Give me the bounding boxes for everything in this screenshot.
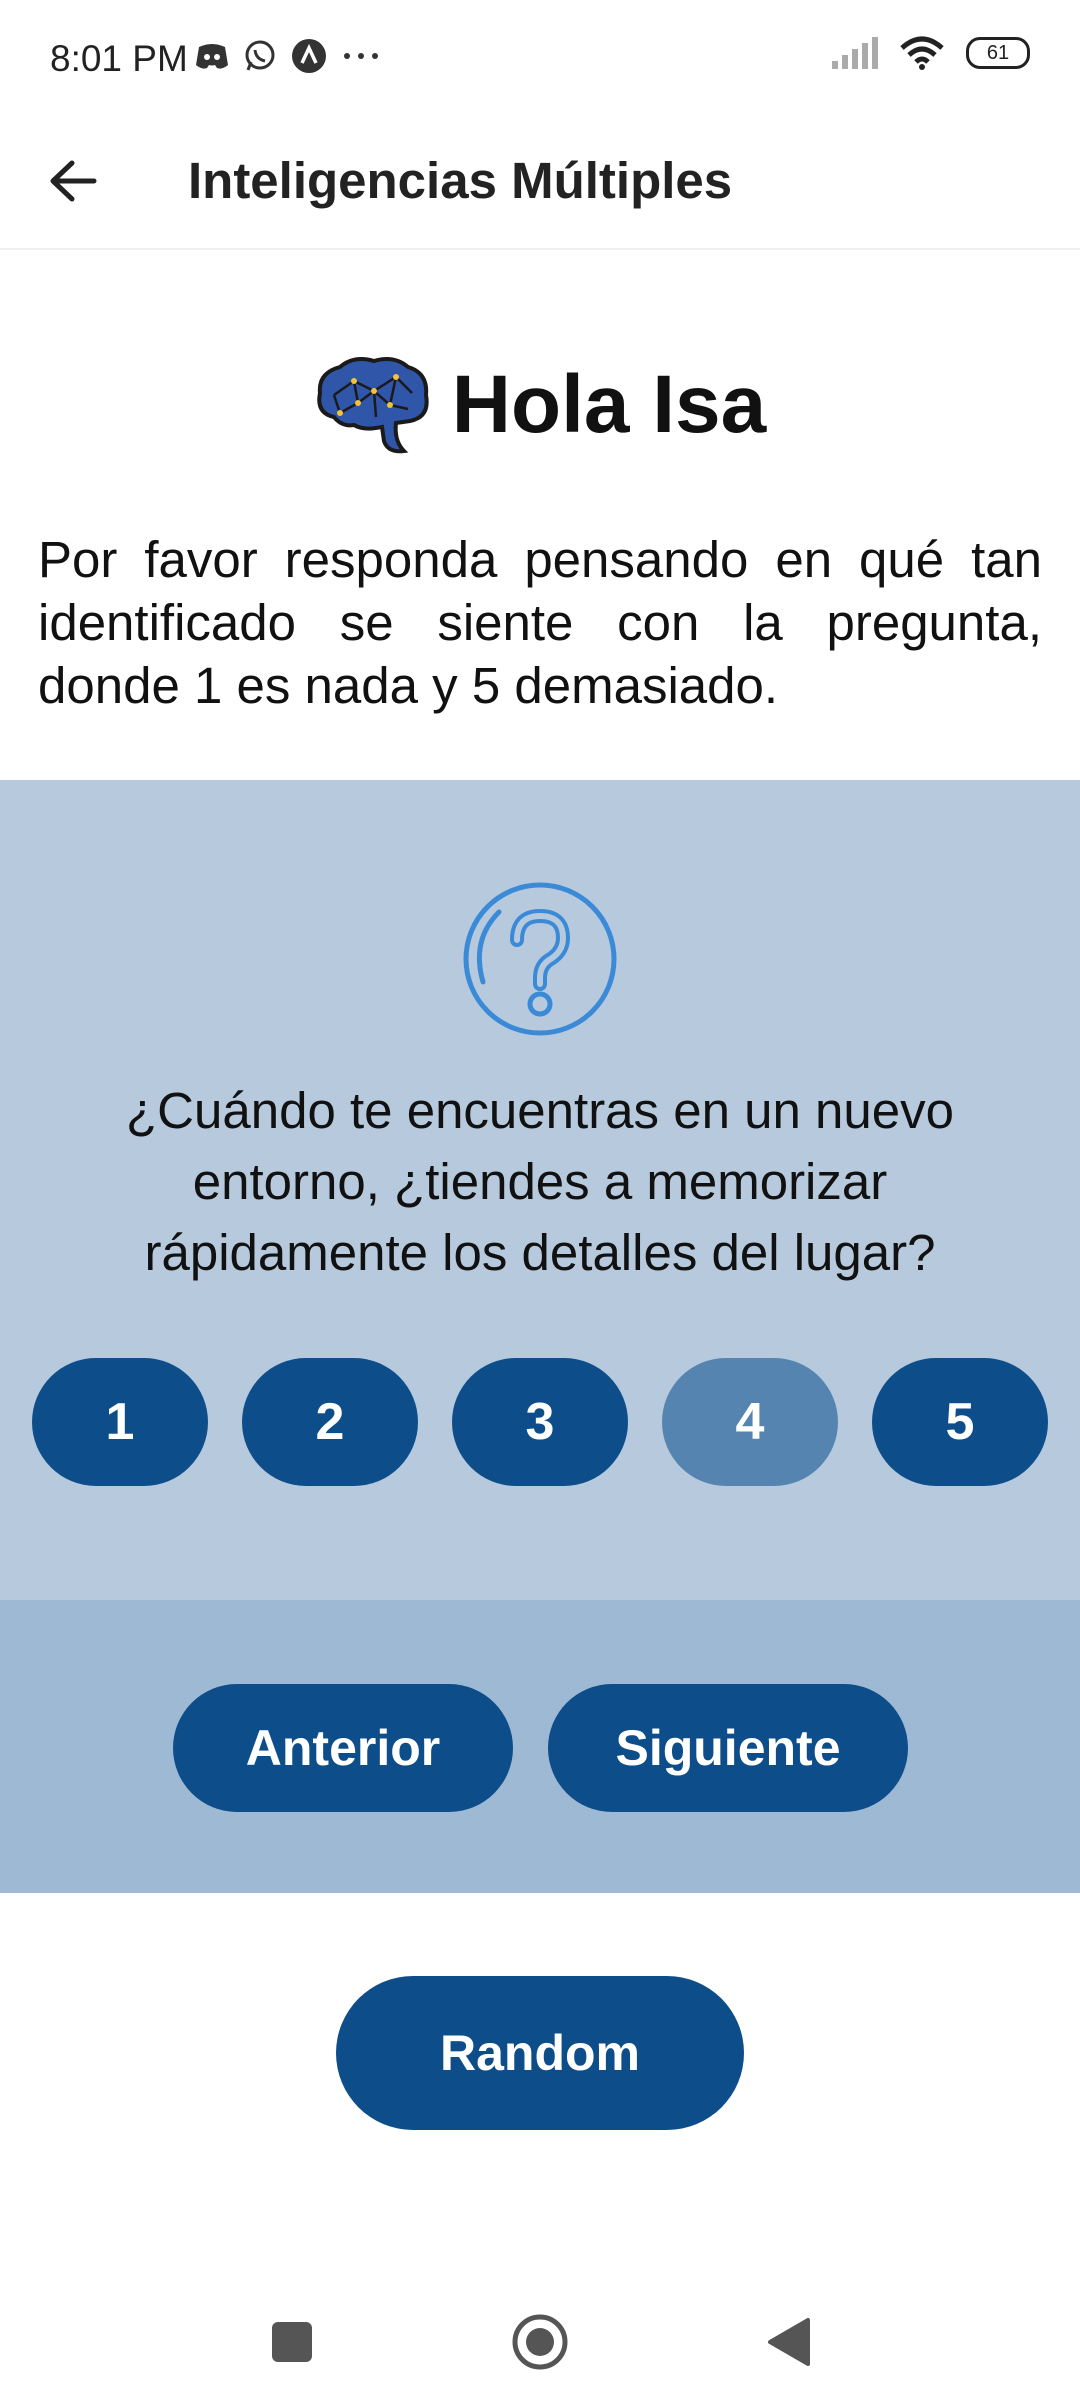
rating-options: 1 2 3 4 5 [32, 1358, 1048, 1486]
rating-option-5[interactable]: 5 [872, 1358, 1048, 1486]
signal-icon [832, 37, 878, 69]
back-nav-button[interactable] [758, 2312, 818, 2372]
app-a-icon [292, 39, 326, 73]
system-icons: 61 [830, 36, 1030, 70]
previous-button[interactable]: Anterior [173, 1684, 513, 1812]
greeting: Hola Isa [0, 355, 1080, 455]
back-button[interactable] [38, 146, 108, 216]
home-button[interactable] [510, 2312, 570, 2372]
app-bar: Inteligencias Múltiples [0, 120, 1080, 250]
arrow-left-icon [50, 160, 97, 202]
system-navigation-bar [0, 2290, 1080, 2380]
battery-icon: 61 [966, 37, 1030, 69]
status-bar: 8:01 PM 61 [0, 0, 1080, 120]
status-time: 8:01 PM [50, 38, 188, 79]
random-button[interactable]: Random [336, 1976, 744, 2130]
triangle-back-icon [768, 2318, 810, 2366]
navigation-panel: Anterior Siguiente [0, 1600, 1080, 1893]
recent-apps-button[interactable] [262, 2312, 322, 2372]
rating-option-1[interactable]: 1 [32, 1358, 208, 1486]
discord-icon [196, 44, 228, 69]
wifi-icon [900, 36, 944, 70]
question-circle-icon [463, 882, 617, 1036]
brain-icon [317, 357, 429, 454]
notification-icons [195, 38, 381, 74]
whatsapp-icon [245, 40, 275, 71]
rating-option-3[interactable]: 3 [452, 1358, 628, 1486]
rating-option-4[interactable]: 4 [662, 1358, 838, 1486]
rating-option-2[interactable]: 2 [242, 1358, 418, 1486]
next-button[interactable]: Siguiente [548, 1684, 908, 1812]
page-title: Inteligencias Múltiples [188, 152, 733, 209]
home-circle-icon [512, 2314, 568, 2370]
greeting-text: Hola Isa [451, 359, 767, 450]
question-panel: ¿Cuándo te encuentras en un nuevo entorn… [0, 780, 1080, 1600]
question-text: ¿Cuándo te encuentras en un nuevo entorn… [126, 1082, 954, 1281]
instructions-text: Por favor responda pensando en qué tan i… [38, 531, 1042, 714]
square-icon [272, 2322, 312, 2362]
more-dots-icon [344, 53, 378, 59]
